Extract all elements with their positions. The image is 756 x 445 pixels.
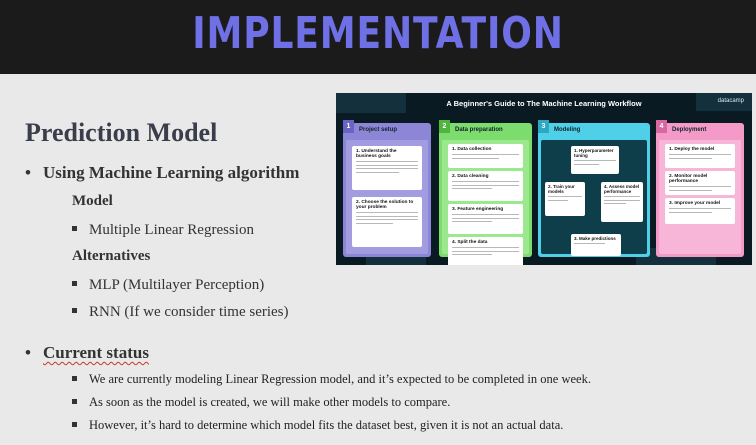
- alternatives-label: Alternatives: [72, 248, 151, 264]
- model-label: Model: [72, 193, 113, 209]
- column-data-preparation: 2 Data preparation 1. Data collection 2.…: [439, 120, 532, 265]
- ml-workflow-infographic: A Beginner's Guide to The Machine Learni…: [336, 93, 752, 265]
- step-card: 1. Data collection: [448, 144, 523, 168]
- step-card: 4. Assess model performance: [601, 182, 643, 222]
- status-bullet: • Current status: [25, 343, 149, 363]
- step-card: 2. Train your models: [545, 182, 585, 216]
- column-deployment: 4 Deployment 1. Deploy the model 2. Moni…: [656, 120, 744, 257]
- slide-title: IMPLEMENTATION: [192, 8, 564, 59]
- column-header: 1 Project setup: [343, 120, 431, 139]
- status-item: As soon as the model is created, we will…: [72, 395, 450, 410]
- step-number: 1: [343, 120, 354, 133]
- step-number: 3: [538, 120, 549, 133]
- section-title: Prediction Model: [25, 118, 218, 147]
- step-card: 2. Data cleaning: [448, 171, 523, 201]
- column-body: 1. Understand the business goals 2. Choo…: [346, 140, 428, 254]
- step-card: 1. Understand the business goals: [352, 146, 422, 190]
- step-card: 4. Split the data: [448, 237, 523, 265]
- step-card: 1. Deploy the model: [665, 144, 735, 168]
- column-body: 1. Hyperparameter tuning 2. Train your m…: [541, 140, 647, 256]
- column-project-setup: 1 Project setup 1. Understand the busine…: [343, 120, 431, 257]
- column-body: 1. Data collection 2. Data cleaning 3. F…: [442, 140, 529, 265]
- status-item: We are currently modeling Linear Regress…: [72, 372, 591, 387]
- square-bullet-icon: [72, 226, 77, 232]
- infographic-title: A Beginner's Guide to The Machine Learni…: [446, 99, 642, 108]
- alt-item: MLP (Multilayer Perception): [72, 277, 264, 294]
- step-card: 2. Choose the solution to your problem: [352, 197, 422, 247]
- step-card: 2. Monitor model performance: [665, 171, 735, 195]
- bullet-dot: •: [25, 343, 31, 362]
- step-number: 4: [656, 120, 667, 133]
- header-bar: IMPLEMENTATION: [0, 0, 756, 74]
- datacamp-logo: datacamp: [717, 98, 744, 104]
- column-body: 1. Deploy the model 2. Monitor model per…: [659, 140, 741, 254]
- column-header: 2 Data preparation: [439, 120, 532, 139]
- step-number: 2: [439, 120, 450, 133]
- step-card: 3. Make predictions: [571, 234, 621, 256]
- square-bullet-icon: [72, 308, 77, 314]
- ml-heading: Using Machine Learning algorithm: [43, 163, 300, 182]
- status-heading: Current status: [43, 343, 149, 362]
- step-card: 1. Hyperparameter tuning: [571, 146, 619, 174]
- status-item: However, it’s hard to determine which mo…: [72, 418, 563, 433]
- column-header: 3 Modeling: [538, 120, 650, 139]
- column-header: 4 Deployment: [656, 120, 744, 139]
- alt-item: RNN (If we consider time series): [72, 304, 289, 321]
- ml-bullet: • Using Machine Learning algorithm: [25, 163, 299, 183]
- model-item: Multiple Linear Regression: [72, 222, 254, 239]
- column-modeling: 3 Modeling 1. Hyperparameter tuning 2. T…: [538, 120, 650, 257]
- bullet-dot: •: [25, 163, 31, 182]
- square-bullet-icon: [72, 281, 77, 287]
- square-bullet-icon: [72, 421, 77, 427]
- square-bullet-icon: [72, 398, 77, 404]
- step-card: 3. Feature engineering: [448, 204, 523, 234]
- step-card: 3. Improve your model: [665, 198, 735, 224]
- square-bullet-icon: [72, 375, 77, 381]
